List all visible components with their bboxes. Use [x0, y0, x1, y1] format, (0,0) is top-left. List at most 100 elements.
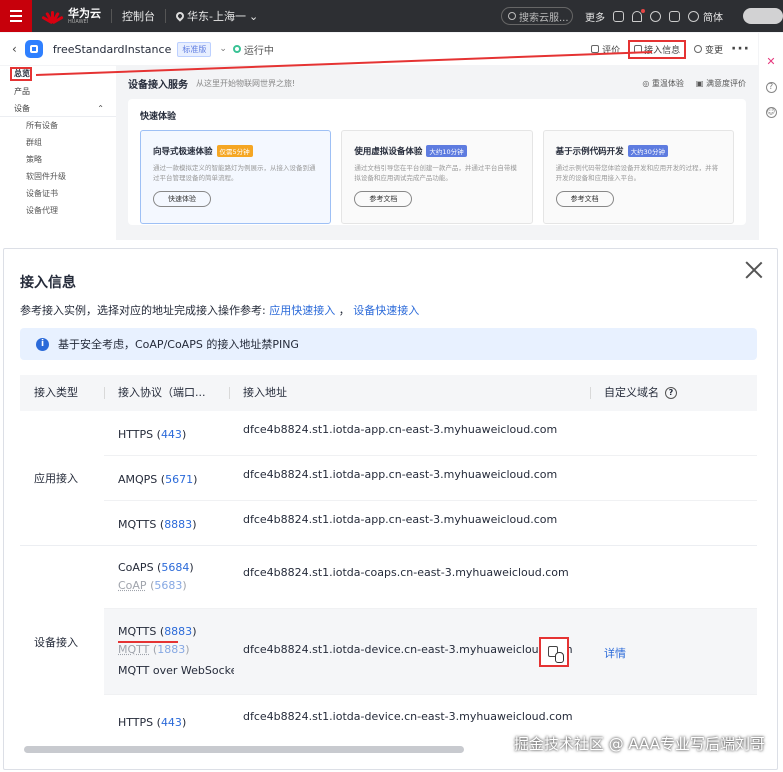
nav-item-proxy[interactable]: 设备代理 [0, 202, 116, 219]
access-info-button[interactable]: 接入信息 [628, 39, 687, 59]
back-icon[interactable]: ‹ [12, 42, 17, 56]
port-number: 443 [160, 428, 182, 441]
brand-name: 华为云 [68, 6, 101, 20]
protocol-name: HTTPS [118, 428, 154, 441]
help-icon[interactable] [650, 10, 661, 22]
more-actions-button[interactable]: ··· [731, 41, 750, 57]
section-title: 设备接入服务 [128, 80, 188, 91]
port-number: 8883 [164, 625, 193, 638]
port-number: 5684 [161, 561, 190, 574]
feedback-link[interactable]: ▣ 满意度评价 [696, 78, 746, 89]
experience-option[interactable]: 使用虚拟设备体验 大约10分钟 通过文档引导您在平台创建一款产品，并通过平台自带模… [341, 130, 533, 224]
nav-item-certificates[interactable]: 设备证书 [0, 185, 116, 202]
details-link[interactable]: 详情 [604, 645, 626, 661]
terminal-icon[interactable] [613, 10, 624, 22]
user-avatar[interactable] [743, 8, 783, 24]
experience-desc: 通过一款模拟定义的智能路灯为例展示，从接入设备到通过平台管理设备的简单流程。 [153, 164, 316, 182]
access-table: 接入类型 接入协议（端口... 接入地址 自定义域名? 应用接入 HTTPS (… [20, 375, 757, 746]
info-icon: i [36, 337, 49, 351]
port-number: 443 [160, 716, 182, 729]
access-info-label: 接入信息 [644, 45, 681, 56]
nav-item-firmware[interactable]: 软固件升级 [0, 168, 116, 185]
app-quick-access-link[interactable]: 应用快速接入 [269, 304, 335, 317]
port-number: 5671 [165, 473, 194, 486]
protocol-name: HTTPS [118, 716, 154, 729]
nav-item-products[interactable]: 产品 [0, 83, 116, 100]
experience-desc: 通过示例代码带您体验设备开发和应用开发的过程，并将开发的设备和应用接入平台。 [555, 164, 719, 182]
bell-icon[interactable] [632, 8, 645, 22]
access-type: 应用接入 [34, 472, 78, 485]
horizontal-scrollbar[interactable] [24, 746, 464, 753]
reference-doc-button[interactable]: 参考文档 [555, 191, 614, 207]
experience-title: 使用虚拟设备体验 [354, 147, 423, 157]
experience-title: 向导式极速体验 [153, 147, 213, 157]
overview-content: 设备接入服务 从这里开始物联网世界之旅! ◎ 重温体验 ▣ 满意度评价 快速体验… [116, 66, 758, 240]
console-search[interactable]: 搜索云服... [501, 7, 573, 25]
column-header: 接入类型 [34, 386, 78, 399]
nav-item-policies[interactable]: 策略 [0, 151, 116, 168]
description-text: 参考接入实例，选择对应的地址完成接入操作参考: [20, 304, 270, 317]
region-selector[interactable]: 华东-上海一 ⌄ [174, 8, 258, 24]
custom-domain-label: 自定义域名 [604, 386, 659, 399]
right-rail: ✕ ? ☺ [759, 33, 783, 240]
language-selector[interactable]: 简体 [703, 9, 723, 24]
review-button[interactable]: 评价 [591, 43, 620, 56]
chevron-down-icon[interactable]: ⌄ [219, 44, 227, 54]
address-cell[interactable]: dfce4b8824.st1.iotda-app.cn-east-3.myhua… [243, 423, 557, 436]
description-separator: ， [335, 304, 350, 317]
nav-item-groups[interactable]: 群组 [0, 134, 116, 151]
left-nav: 总览 产品 设备 ⌃ 所有设备 群组 策略 软固件升级 设备证书 设备代理 [0, 66, 116, 240]
address-cell[interactable]: dfce4b8824.st1.iotda-device.cn-east-3.my… [243, 710, 573, 723]
close-icon[interactable] [745, 261, 763, 279]
section-subtitle: 从这里开始物联网世界之旅! [196, 79, 296, 88]
feedback-label: 满意度评价 [706, 79, 746, 88]
instance-actions: 评价 接入信息 变更 ··· [591, 39, 750, 59]
edition-badge: 标准版 [177, 41, 212, 57]
smiley-icon[interactable]: ☺ [765, 107, 777, 118]
address-cell[interactable]: dfce4b8824.st1.iotda-device.cn-east-3.my… [243, 643, 573, 656]
group-app-access: 应用接入 HTTPS (443) dfce4b8824.st1.iotda-ap… [20, 411, 757, 546]
instance-status: 运行中 [232, 42, 274, 57]
nav-item-devices-label: 设备 [14, 104, 30, 113]
assistant-icon[interactable]: ✕ [766, 55, 775, 68]
console-link[interactable]: 控制台 [122, 8, 155, 24]
question-icon[interactable]: ? [665, 387, 677, 399]
help-circle-icon[interactable]: ? [765, 82, 777, 93]
nav-item-all-devices[interactable]: 所有设备 [0, 117, 116, 134]
protocol-cell: HTTPS (443) [118, 428, 187, 441]
experience-link[interactable]: ◎ 重温体验 [642, 78, 684, 89]
region-label: 华东-上海一 [187, 10, 246, 23]
quick-experience-button[interactable]: 快速体验 [153, 191, 211, 207]
address-cell[interactable]: dfce4b8824.st1.iotda-app.cn-east-3.myhua… [243, 468, 557, 481]
column-header[interactable]: 接入协议（端口... [104, 375, 229, 411]
address-cell[interactable]: dfce4b8824.st1.iotda-app.cn-east-3.myhua… [243, 513, 557, 526]
table-header: 接入类型 接入协议（端口... 接入地址 自定义域名? [20, 375, 757, 411]
quick-experience-card: 快速体验 向导式极速体验 仅需5分钟 通过一款模拟定义的智能路灯为例展示，从接入设… [128, 99, 746, 225]
reference-doc-button[interactable]: 参考文档 [354, 191, 413, 207]
table-row: HTTPS (443) dfce4b8824.st1.iotda-app.cn-… [104, 411, 757, 456]
table-row: MQTTS (8883) MQTT (1883) MQTT over WebSo… [104, 609, 757, 695]
time-badge: 大约30分钟 [627, 145, 668, 157]
chevron-up-icon: ⌃ [97, 104, 104, 113]
device-quick-access-link[interactable]: 设备快速接入 [353, 304, 419, 317]
huawei-logo[interactable]: 华为云 HUAWEI [41, 6, 101, 25]
experience-option[interactable]: 基于示例代码开发 大约30分钟 通过示例代码带您体验设备开发和应用开发的过程，并将… [542, 130, 734, 224]
experience-option[interactable]: 向导式极速体验 仅需5分钟 通过一款模拟定义的智能路灯为例展示，从接入设备到通过平… [140, 130, 332, 224]
nav-item-overview[interactable]: 总览 [10, 67, 32, 81]
console-screenshot: 华为云 HUAWEI 控制台 华东-上海一 ⌄ 搜索云服... 更多 简体 ‹ … [0, 0, 783, 240]
protocol-cell: CoAPS (5684) CoAP (5683) [118, 561, 194, 592]
location-icon [174, 10, 186, 22]
protocol-cell: MQTTS (8883) [118, 518, 197, 531]
nav-item-devices[interactable]: 设备 ⌃ [0, 100, 116, 117]
more-menu[interactable]: 更多 [585, 9, 605, 24]
protocol-name: MQTTS [118, 518, 157, 531]
ticket-icon[interactable] [669, 10, 680, 22]
address-cell[interactable]: dfce4b8824.st1.iotda-coaps.cn-east-3.myh… [243, 566, 569, 579]
upgrade-button[interactable]: 变更 [694, 43, 723, 56]
protocol-name: MQTTS [118, 625, 157, 638]
brand-name-en: HUAWEI [68, 18, 89, 25]
menu-icon[interactable] [0, 0, 32, 32]
copy-button[interactable] [539, 637, 569, 667]
protocol-name: AMQPS [118, 473, 158, 486]
globe-icon[interactable] [688, 10, 699, 22]
